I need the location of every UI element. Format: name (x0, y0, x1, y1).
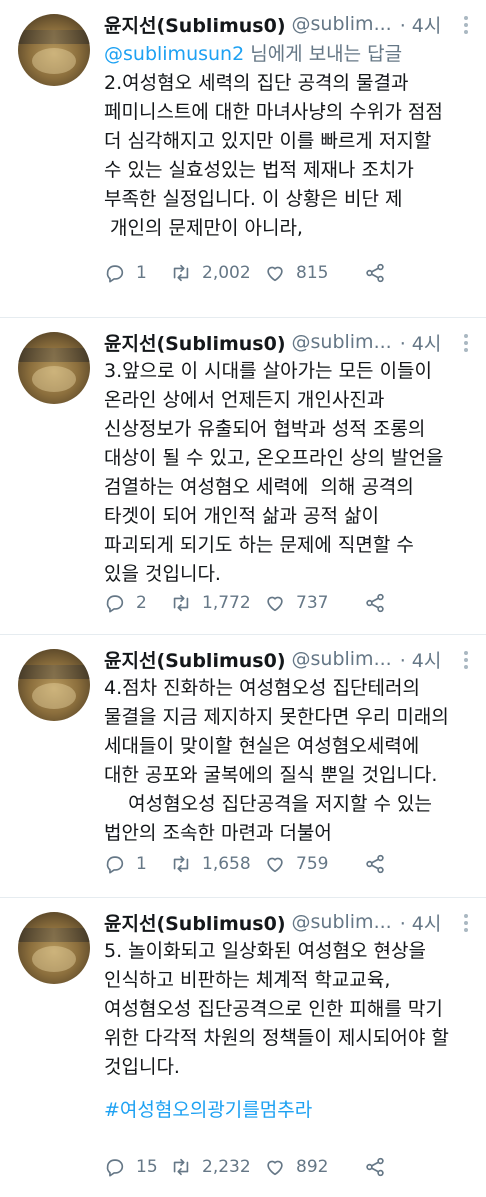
like-count: 737 (296, 593, 329, 613)
hashtag-link[interactable]: #여성혐오의광기를멈추라 (104, 1096, 472, 1125)
share-icon (366, 593, 384, 613)
tweet-actions: 1 2,002 815 (104, 262, 472, 284)
retweet-count: 2,232 (202, 1157, 251, 1177)
share-icon (366, 263, 384, 283)
heart-icon (267, 1160, 283, 1176)
retweet-count: 1,772 (202, 593, 251, 613)
tweet-text: 2.여성혐오 세력의 집단 공격의 물결과 페미니스트에 대한 마녀사냥의 수위… (104, 72, 443, 239)
reply-button[interactable]: 2 (104, 592, 170, 614)
heart-icon (267, 857, 283, 873)
timestamp[interactable]: · 4시 (400, 646, 442, 673)
reply-icon (106, 1159, 124, 1177)
tweet-actions: 2 1,772 737 (104, 592, 472, 614)
author-handle[interactable]: @sublim... (292, 648, 392, 670)
reply-button[interactable]: 1 (104, 262, 170, 284)
share-icon (366, 1157, 384, 1177)
retweet-button[interactable]: 1,772 (170, 592, 264, 614)
avatar[interactable] (18, 912, 90, 984)
reply-icon (106, 856, 124, 874)
heart-icon (267, 596, 283, 612)
retweet-icon (173, 855, 189, 873)
timestamp[interactable]: · 4시 (400, 909, 442, 936)
more-icon[interactable] (460, 16, 472, 38)
avatar[interactable] (18, 332, 90, 404)
author-handle[interactable]: @sublim... (292, 911, 392, 933)
retweet-icon (173, 264, 189, 282)
tweet[interactable]: 윤지선(Sublimus0) @sublim... · 4시 3.앞으로 이 시… (0, 318, 486, 635)
retweet-button[interactable]: 2,002 (170, 262, 264, 284)
share-button[interactable] (364, 262, 386, 284)
timestamp[interactable]: · 4시 (400, 11, 442, 38)
retweet-icon (173, 594, 189, 612)
like-button[interactable]: 737 (264, 592, 364, 614)
retweet-icon (173, 1158, 189, 1176)
avatar[interactable] (18, 14, 90, 86)
tweet-actions: 15 2,232 892 (104, 1156, 472, 1178)
share-button[interactable] (364, 1156, 386, 1178)
reply-count: 15 (136, 1157, 158, 1177)
like-button[interactable]: 892 (264, 1156, 364, 1178)
author-handle[interactable]: @sublim... (292, 331, 392, 353)
retweet-count: 1,658 (202, 854, 251, 874)
tweet-actions: 1 1,658 759 (104, 853, 472, 875)
retweet-button[interactable]: 1,658 (170, 853, 264, 875)
avatar[interactable] (18, 649, 90, 721)
author-handle[interactable]: @sublim... (292, 13, 392, 35)
mention-link[interactable]: @sublimusun2 (104, 43, 244, 65)
more-icon[interactable] (460, 651, 472, 673)
timestamp[interactable]: · 4시 (400, 329, 442, 356)
like-count: 892 (296, 1157, 329, 1177)
like-count: 759 (296, 854, 329, 874)
retweet-count: 2,002 (202, 263, 251, 283)
reply-button[interactable]: 1 (104, 853, 170, 875)
reply-context-label: 님에게 보내는 답글 (244, 43, 403, 65)
retweet-button[interactable]: 2,232 (170, 1156, 264, 1178)
reply-count: 1 (136, 263, 147, 283)
author-name[interactable]: 윤지선(Sublimus0) (104, 646, 286, 673)
more-icon[interactable] (460, 334, 472, 356)
tweet-text: 5. 놀이화되고 일상화된 여성혐오 현상을 인식하고 비판하는 체계적 학교교… (104, 940, 449, 1078)
more-icon[interactable] (460, 914, 472, 936)
like-button[interactable]: 759 (264, 853, 364, 875)
share-button[interactable] (364, 592, 386, 614)
reply-count: 2 (136, 593, 147, 613)
author-name[interactable]: 윤지선(Sublimus0) (104, 11, 286, 38)
tweet[interactable]: 윤지선(Sublimus0) @sublim... · 4시 @sublimus… (0, 0, 486, 318)
like-count: 815 (296, 263, 329, 283)
reply-icon (106, 265, 124, 283)
tweet[interactable]: 윤지선(Sublimus0) @sublim... · 4시 4.점차 진화하는… (0, 635, 486, 898)
tweet-text: 3.앞으로 이 시대를 살아가는 모든 이들이 온라인 상에서 언제든지 개인사… (104, 360, 444, 585)
heart-icon (267, 266, 283, 282)
tweet-text: 4.점차 진화하는 여성혐오성 집단테러의 물결을 지금 제지하지 못한다면 우… (104, 677, 449, 844)
like-button[interactable]: 815 (264, 262, 364, 284)
reply-icon (106, 595, 124, 613)
reply-context: @sublimusun2 님에게 보내는 답글 (104, 40, 472, 68)
reply-button[interactable]: 15 (104, 1156, 170, 1178)
share-icon (366, 854, 384, 874)
reply-count: 1 (136, 854, 147, 874)
share-button[interactable] (364, 853, 386, 875)
tweet[interactable]: 윤지선(Sublimus0) @sublim... · 4시 5. 놀이화되고 … (0, 898, 486, 1197)
author-name[interactable]: 윤지선(Sublimus0) (104, 329, 286, 356)
author-name[interactable]: 윤지선(Sublimus0) (104, 909, 286, 936)
